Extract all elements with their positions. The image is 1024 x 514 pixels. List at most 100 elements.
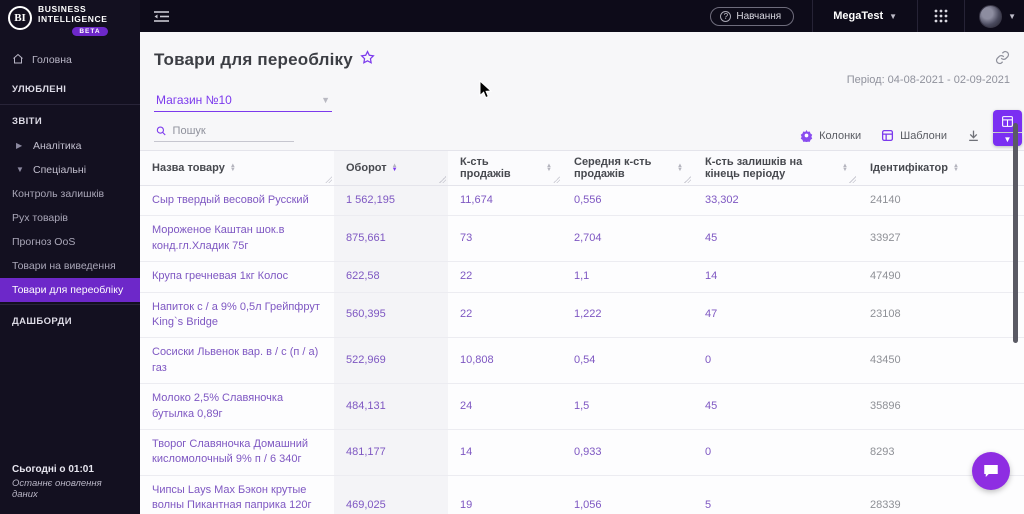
column-resize-handle[interactable] (849, 176, 856, 183)
apps-grid-icon (934, 9, 948, 23)
bi-logo-icon: BI (8, 6, 32, 30)
turnover-cell: 481,177 (334, 429, 448, 475)
sort-icon[interactable]: ▲ ▼ (546, 163, 552, 173)
column-header-6[interactable]: Ідентифікатор ▲ ▼ (858, 151, 1024, 185)
sidebar-item-stock-control[interactable]: Контроль залишків (0, 182, 140, 206)
sort-down-icon: ▼ (677, 167, 683, 173)
avg-sales-cell: 1,1 (574, 270, 590, 283)
table-row[interactable]: Творог Славяночка Домашний кисломолочный… (140, 429, 1024, 476)
turnover-cell: 622,58 (334, 262, 448, 292)
stock-end-cell: 45 (705, 399, 718, 412)
store-select[interactable]: Магазин №10 ▼ (154, 90, 332, 112)
brand-logo[interactable]: BI BUSINESS INTELLIGENCE BETA (0, 0, 140, 40)
share-link-icon[interactable] (995, 50, 1010, 70)
collapse-menu-icon[interactable] (154, 10, 169, 23)
product-name-cell: Напиток с / а 9% 0,5л Грейпфрут King`s B… (152, 300, 320, 328)
sidebar-group-special-group[interactable]: ▼ Спеціальні (0, 158, 140, 182)
table-row[interactable]: Сыр твердый весовой Русский 1 562,195 11,6… (140, 186, 1024, 217)
sort-down-icon: ▼ (229, 167, 236, 173)
sales-count-cell: 22 (460, 270, 473, 283)
chat-button[interactable] (972, 452, 1010, 490)
sort-icon[interactable]: ▲ ▼ (392, 163, 398, 173)
sidebar-item-home[interactable]: Головна (0, 46, 140, 75)
sidebar-item-goods-withdrawal[interactable]: Товари на виведення (0, 254, 140, 278)
sidebar-divider (0, 303, 140, 305)
column-header-2[interactable]: Оборот ▲ ▼ (334, 151, 448, 185)
vertical-scrollbar[interactable] (1013, 123, 1018, 343)
column-header-5[interactable]: К-сть залишків на кінець періоду ▲ ▼ (693, 151, 858, 185)
column-resize-handle[interactable] (553, 176, 560, 183)
column-resize-handle[interactable] (439, 176, 446, 183)
table-row[interactable]: Напиток с / а 9% 0,5л Грейпфрут King`s B… (140, 292, 1024, 339)
favorite-star-icon[interactable] (360, 50, 375, 70)
table-row[interactable]: Крупа гречневая 1кг Колос 622,58 22 1,1 14 47… (140, 262, 1024, 293)
table-row[interactable]: Чипсы Lays Max Бэкон крутые волны Пикант… (140, 475, 1024, 514)
search-input[interactable] (172, 125, 292, 137)
table-row[interactable]: Мороженое Каштан шок.в конд.гл.Хладик 75… (140, 216, 1024, 263)
avg-sales-cell: 2,704 (574, 232, 602, 245)
sidebar-divider (0, 103, 140, 105)
column-header-label: Середня к-сть продажів (574, 156, 652, 180)
columns-button-label: Колонки (819, 129, 862, 142)
avg-sales-cell: 0,556 (574, 194, 602, 206)
product-name-cell: Крупа гречневая 1кг Колос (152, 270, 289, 283)
column-header-4[interactable]: Середня к-сть продажів ▲ ▼ (562, 151, 693, 185)
sales-count-cell: 22 (460, 308, 473, 321)
table-row[interactable]: Сосиски Львенок вар. в / с (п / а) газ 52… (140, 338, 1024, 385)
account-menu[interactable]: MegaTest ▼ (813, 0, 917, 32)
identifier-cell: 43450 (870, 354, 901, 367)
training-button[interactable]: ? Навчання (710, 6, 795, 26)
sort-down-icon: ▼ (952, 167, 959, 173)
sort-icon[interactable]: ▲ ▼ (677, 163, 683, 173)
avg-sales-cell: 1,056 (574, 499, 602, 512)
avg-sales-cell: 1,222 (574, 308, 602, 321)
product-name-cell: Чипсы Lays Max Бэкон крутые волны Пикант… (152, 483, 312, 512)
column-resize-handle[interactable] (684, 176, 691, 183)
stock-end-cell: 0 (705, 445, 712, 458)
columns-button[interactable]: Колонки (800, 129, 861, 142)
home-icon (12, 53, 24, 68)
column-resize-handle[interactable] (325, 176, 332, 183)
sales-count-cell: 73 (460, 232, 473, 245)
sidebar-footer: Сьогодні о 01:01 Останнє оновлення даних (0, 454, 140, 514)
column-header-label: Назва товару (152, 162, 225, 174)
page-title: Товари для переобліку (154, 50, 353, 69)
user-menu[interactable]: ▼ (965, 0, 1024, 32)
apps-grid-button[interactable] (918, 0, 964, 32)
identifier-cell: 33927 (870, 232, 901, 245)
training-label: Навчання (736, 10, 782, 22)
sort-down-icon: ▼ (546, 167, 552, 173)
templates-button[interactable]: Шаблони (881, 129, 947, 142)
sidebar-item-oos-forecast[interactable]: Прогноз OoS (0, 230, 140, 254)
columns-settings-icon (800, 129, 813, 142)
turnover-cell: 469,025 (334, 475, 448, 514)
stock-end-cell: 47 (705, 308, 718, 321)
last-update-caption: Останнє оновлення даних (12, 478, 102, 500)
sort-icon[interactable]: ▲ ▼ (842, 163, 848, 173)
column-header-label: К-сть залишків на кінець періоду (705, 156, 803, 180)
sort-icon[interactable]: ▲ ▼ (229, 163, 236, 173)
download-button[interactable] (967, 129, 980, 142)
table-row[interactable]: Молоко 2,5% Славяночка бутылка 0,89г 484,… (140, 384, 1024, 430)
identifier-cell: 35896 (870, 399, 901, 412)
column-header-3[interactable]: К-сть продажів ▲ ▼ (448, 151, 562, 185)
sidebar-item-goods-reinventory[interactable]: Товари для переобліку (0, 277, 140, 302)
product-name-cell: Сыр твердый весовой Русский (152, 194, 309, 206)
sidebar-group-label: Спеціальні (33, 163, 87, 176)
sidebar-group-analytics-group[interactable]: ▶ Аналітика (0, 134, 140, 158)
stock-end-cell: 14 (705, 270, 718, 283)
sidebar-item-goods-movement[interactable]: Рух товарів (0, 206, 140, 230)
chat-bubble-icon (984, 465, 998, 477)
chevron-right-icon: ▶ (16, 141, 23, 151)
period-label: Період: 04-08-2021 - 02-09-2021 (846, 74, 1010, 86)
brand-name-line2: INTELLIGENCE (38, 13, 108, 24)
turnover-cell: 484,131 (334, 384, 448, 429)
chevron-down-icon: ▼ (889, 11, 898, 21)
help-circle-icon: ? (720, 10, 732, 22)
identifier-cell: 23108 (870, 308, 901, 321)
sidebar: BI BUSINESS INTELLIGENCE BETA Головна УЛЮ… (0, 0, 140, 514)
column-header-1[interactable]: Назва товару ▲ ▼ (140, 151, 334, 185)
product-name-cell: Творог Славяночка Домашний кисломолочный… (152, 437, 309, 466)
sort-icon[interactable]: ▲ ▼ (952, 163, 959, 173)
stock-end-cell: 45 (705, 232, 718, 245)
